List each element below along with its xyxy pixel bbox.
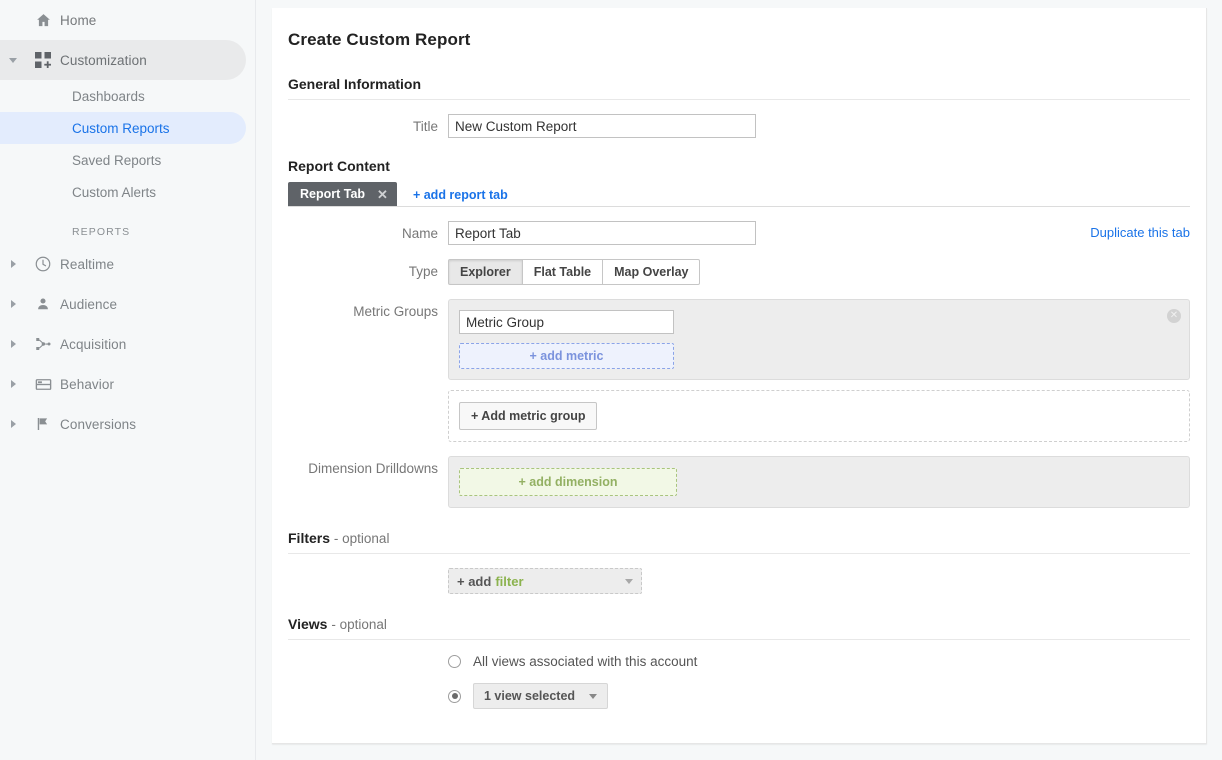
- sidebar-item-behavior[interactable]: Behavior: [0, 364, 255, 404]
- sidebar-item-dashboards[interactable]: Dashboards: [0, 80, 255, 112]
- layout-card-icon: [26, 375, 60, 394]
- close-circle-icon[interactable]: ✕: [1167, 309, 1181, 323]
- views-optional-text: - optional: [331, 617, 387, 632]
- report-content-heading: Report Content: [288, 158, 390, 174]
- chevron-right-icon[interactable]: [0, 260, 26, 268]
- add-filter-word: filter: [495, 573, 524, 589]
- sidebar-item-saved-reports-label: Saved Reports: [72, 152, 162, 168]
- sidebar-item-audience-label: Audience: [60, 296, 118, 312]
- sidebar-item-acquisition-label: Acquisition: [60, 336, 127, 352]
- type-segmented-control: Explorer Flat Table Map Overlay: [448, 259, 701, 285]
- duplicate-this-tab-link[interactable]: Duplicate this tab: [1090, 221, 1190, 240]
- radio-all-views-label: All views associated with this account: [473, 654, 698, 669]
- divider: [288, 553, 1190, 554]
- sidebar-item-realtime[interactable]: Realtime: [0, 244, 255, 284]
- title-input[interactable]: [448, 114, 756, 138]
- report-tab-bar: Report Tab ✕ + add report tab: [288, 181, 1190, 207]
- chevron-right-icon[interactable]: [0, 340, 26, 348]
- selected-views-row: 1 view selected: [288, 683, 1190, 709]
- add-filter-prefix: + add: [457, 573, 492, 589]
- chevron-down-icon: [625, 578, 633, 584]
- dimension-drilldowns-row: Dimension Drilldowns + add dimension: [288, 456, 1190, 508]
- sidebar-item-home[interactable]: Home: [0, 0, 255, 40]
- filter-spacer: [288, 568, 448, 573]
- add-report-tab-link[interactable]: + add report tab: [413, 188, 508, 202]
- title-row: Title: [288, 114, 1190, 138]
- sidebar-item-conversions[interactable]: Conversions: [0, 404, 255, 444]
- report-tab-chip[interactable]: Report Tab ✕: [288, 182, 397, 206]
- general-information-heading: General Information: [288, 76, 422, 92]
- chevron-right-icon[interactable]: [0, 380, 26, 388]
- share-nodes-icon: [26, 335, 60, 353]
- sidebar-item-behavior-label: Behavior: [60, 376, 115, 392]
- type-label: Type: [408, 264, 438, 279]
- filters-heading: Filters - optional: [288, 530, 1190, 546]
- sidebar-item-dashboards-label: Dashboards: [72, 88, 145, 104]
- views-select[interactable]: 1 view selected: [473, 683, 609, 709]
- person-icon: [26, 295, 60, 313]
- type-option-map-overlay[interactable]: Map Overlay: [603, 259, 701, 285]
- sidebar-item-custom-reports[interactable]: Custom Reports: [0, 112, 246, 144]
- sidebar-item-customization[interactable]: Customization: [0, 40, 246, 80]
- filters-optional-text: - optional: [333, 531, 390, 546]
- report-tab-chip-label: Report Tab: [300, 187, 366, 201]
- customization-grid-icon: [26, 52, 60, 68]
- add-filter-row: + add filter: [288, 568, 1190, 594]
- sidebar-item-audience[interactable]: Audience: [0, 284, 255, 324]
- divider: [288, 639, 1190, 640]
- views-heading-text: Views: [288, 616, 328, 632]
- name-input[interactable]: [448, 221, 756, 245]
- custom-report-panel: Create Custom Report General Information…: [272, 8, 1207, 744]
- type-option-explorer[interactable]: Explorer: [448, 259, 523, 285]
- all-views-row: All views associated with this account: [288, 654, 1190, 669]
- chevron-right-icon[interactable]: [0, 300, 26, 308]
- type-row: Type Explorer Flat Table Map Overlay: [288, 259, 1190, 285]
- dimension-panel: + add dimension: [448, 456, 1190, 508]
- add-dimension-button[interactable]: + add dimension: [459, 468, 677, 496]
- chevron-right-icon[interactable]: [0, 420, 26, 428]
- views-select-label: 1 view selected: [484, 689, 576, 703]
- sidebar-item-custom-alerts-label: Custom Alerts: [72, 184, 157, 200]
- sidebar-item-realtime-label: Realtime: [60, 256, 115, 272]
- add-metric-group-dropzone: + Add metric group: [448, 390, 1190, 442]
- sidebar-item-acquisition[interactable]: Acquisition: [0, 324, 255, 364]
- divider: [288, 99, 1190, 100]
- metric-groups-label: Metric Groups: [353, 304, 438, 319]
- add-metric-group-button[interactable]: + Add metric group: [459, 402, 598, 430]
- close-icon[interactable]: ✕: [377, 188, 388, 201]
- sidebar-item-customization-label: Customization: [60, 52, 147, 68]
- add-metric-button[interactable]: + add metric: [459, 343, 674, 369]
- home-icon: [26, 12, 60, 29]
- sidebar-item-conversions-label: Conversions: [60, 416, 137, 432]
- add-filter-select[interactable]: + add filter: [448, 568, 642, 594]
- clock-icon: [26, 255, 60, 273]
- sidebar-item-saved-reports[interactable]: Saved Reports: [0, 144, 255, 176]
- metric-group-name-input[interactable]: [459, 310, 674, 334]
- sidebar-item-home-label: Home: [60, 12, 97, 28]
- sidebar-item-custom-reports-label: Custom Reports: [72, 120, 170, 136]
- sidebar-section-reports-header: REPORTS: [72, 226, 131, 238]
- views-heading: Views - optional: [288, 616, 1190, 632]
- name-row: Name Duplicate this tab: [288, 221, 1190, 245]
- type-option-flat-table[interactable]: Flat Table: [522, 259, 604, 285]
- radio-selected-views[interactable]: [448, 689, 461, 703]
- dimension-drilldowns-label: Dimension Drilldowns: [308, 461, 438, 476]
- chevron-down-icon[interactable]: [0, 57, 26, 63]
- title-label: Title: [412, 119, 438, 134]
- flag-icon: [26, 415, 60, 433]
- radio-all-views[interactable]: [448, 655, 461, 668]
- chevron-down-icon: [589, 693, 598, 699]
- filters-heading-text: Filters: [288, 530, 331, 546]
- name-label: Name: [401, 226, 438, 241]
- sidebar-item-custom-alerts[interactable]: Custom Alerts: [0, 176, 255, 208]
- metric-group-panel: ✕ + add metric: [448, 299, 1190, 380]
- sidebar: Home Customization Dashboards Custom Rep…: [0, 0, 256, 760]
- page-title: Create Custom Report: [288, 30, 471, 49]
- metric-groups-row: Metric Groups ✕ + add metric + Add metri…: [288, 299, 1190, 442]
